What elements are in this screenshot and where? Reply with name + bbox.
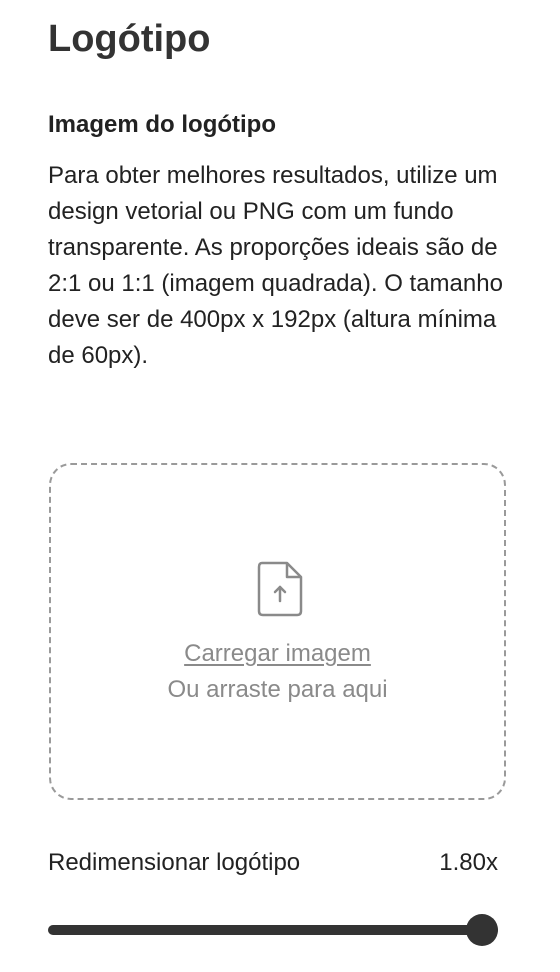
resize-logo-value: 1.80x bbox=[439, 849, 498, 876]
resize-logo-label: Redimensionar logótipo bbox=[48, 849, 301, 876]
resize-logo-slider[interactable] bbox=[48, 912, 498, 948]
logo-image-description: Para obter melhores resultados, utilize … bbox=[48, 162, 503, 369]
slider-fill bbox=[48, 925, 498, 935]
logo-image-heading: Imagem do logótipo bbox=[48, 111, 276, 138]
file-upload-icon bbox=[257, 561, 303, 617]
logo-upload-dropzone[interactable]: Carregar imagem Ou arraste para aqui bbox=[49, 463, 506, 800]
slider-thumb[interactable] bbox=[466, 914, 498, 946]
drag-drop-hint: Ou arraste para aqui bbox=[167, 676, 388, 703]
page-title: Logótipo bbox=[48, 18, 211, 60]
upload-image-link[interactable]: Carregar imagem bbox=[51, 637, 504, 671]
